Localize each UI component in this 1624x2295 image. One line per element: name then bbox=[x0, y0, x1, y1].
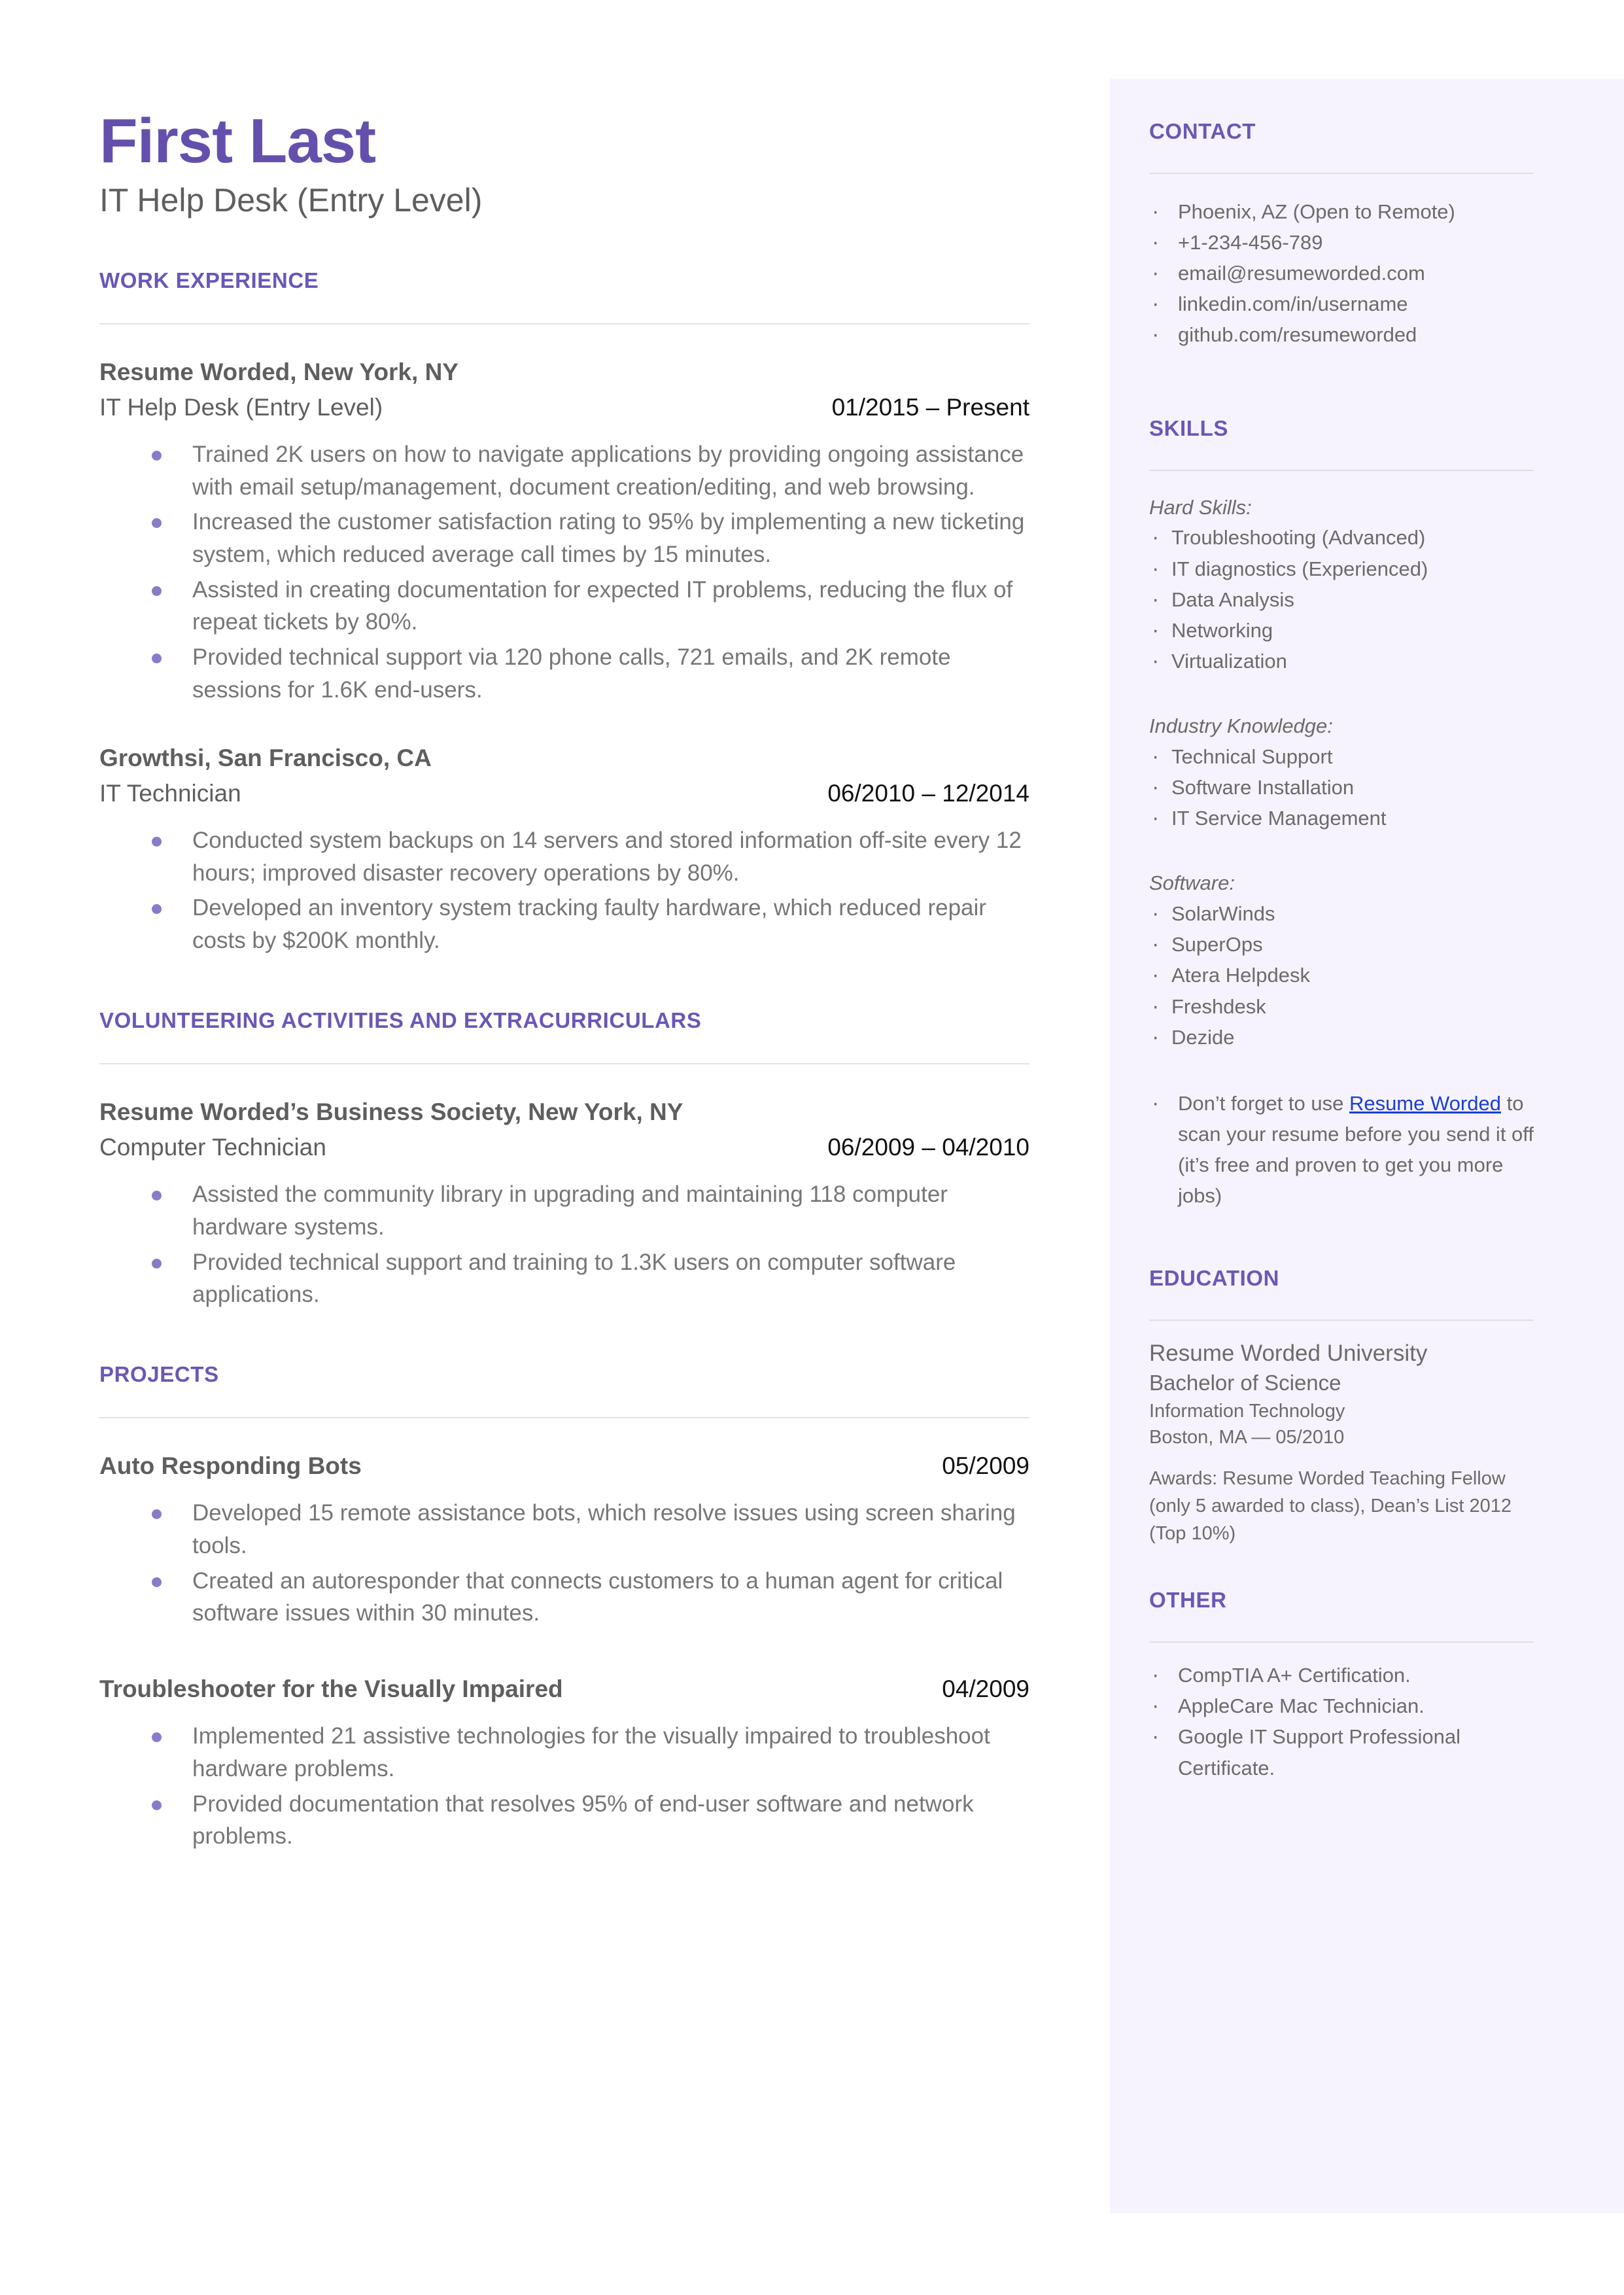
section-heading-projects: PROJECTS bbox=[99, 1362, 219, 1386]
entry-bullet-list: Implemented 21 assistive technologies fo… bbox=[99, 1720, 1029, 1853]
entry-bullet-list: Assisted the community library in upgrad… bbox=[99, 1178, 1029, 1311]
section-heading-volunteering: VOLUNTEERING ACTIVITIES AND EXTRACURRICU… bbox=[99, 1007, 702, 1032]
work-entry: Growthsi, San Francisco, CA IT Technicia… bbox=[99, 743, 1029, 957]
education-field: Information Technology bbox=[1149, 1401, 1345, 1422]
section-heading-other: OTHER bbox=[1149, 1588, 1227, 1613]
list-item: CompTIA A+ Certification. bbox=[1149, 1658, 1534, 1692]
list-item[interactable]: linkedin.com/in/username bbox=[1149, 287, 1534, 321]
list-item: Provided technical support via 120 phone… bbox=[152, 641, 1029, 706]
resume-worded-link[interactable]: Resume Worded bbox=[1349, 1092, 1501, 1115]
project-name: Auto Responding Bots bbox=[99, 1452, 362, 1479]
list-item: Assisted in creating documentation for e… bbox=[152, 574, 1029, 639]
resume-page: First Last IT Help Desk (Entry Level) WO… bbox=[0, 0, 1624, 2295]
list-item: AppleCare Mac Technician. bbox=[1149, 1689, 1534, 1723]
sidebar-column: CONTACT Phoenix, AZ (Open to Remote) +1-… bbox=[1149, 0, 1534, 1783]
project-name: Troubleshooter for the Visually Impaired bbox=[99, 1675, 563, 1702]
work-entry: Resume Worded, New York, NY IT Help Desk… bbox=[99, 357, 1029, 707]
education-degree: Bachelor of Science bbox=[1149, 1371, 1341, 1395]
volunteering-entry: Resume Worded’s Business Society, New Yo… bbox=[99, 1097, 1029, 1311]
list-item: Created an autoresponder that connects c… bbox=[152, 1565, 1029, 1630]
list-item: Freshdesk bbox=[1149, 990, 1534, 1024]
list-item: Conducted system backups on 14 servers a… bbox=[152, 824, 1029, 889]
project-entry: Auto Responding Bots 05/2009 Developed 1… bbox=[99, 1451, 1029, 1630]
list-item: Technical Support bbox=[1149, 740, 1534, 774]
list-item[interactable]: email@resumeworded.com bbox=[1149, 256, 1534, 290]
skills-group-list: Troubleshooting (Advanced) IT diagnostic… bbox=[1149, 521, 1534, 678]
skills-group-label: Industry Knowledge: bbox=[1149, 714, 1333, 738]
project-entry: Troubleshooter for the Visually Impaired… bbox=[99, 1674, 1029, 1853]
list-item: Google IT Support Professional Certifica… bbox=[1149, 1720, 1534, 1783]
entry-date: 06/2009 – 04/2010 bbox=[827, 1134, 1029, 1161]
list-item: Software Installation bbox=[1149, 771, 1534, 805]
list-item: Virtualization bbox=[1149, 644, 1534, 678]
list-item: Troubleshooting (Advanced) bbox=[1149, 521, 1534, 555]
education-school: Resume Worded University bbox=[1149, 1340, 1428, 1367]
section-heading-work: WORK EXPERIENCE bbox=[99, 268, 319, 292]
skills-group-label: Hard Skills: bbox=[1149, 495, 1252, 519]
contact-list: Phoenix, AZ (Open to Remote) +1-234-456-… bbox=[1149, 195, 1534, 352]
education-awards: Awards: Resume Worded Teaching Fellow (o… bbox=[1149, 1468, 1512, 1545]
list-item: Atera Helpdesk bbox=[1149, 958, 1534, 992]
promo-text-before: Don’t forget to use bbox=[1178, 1091, 1349, 1115]
list-item: Implemented 21 assistive technologies fo… bbox=[152, 1720, 1029, 1785]
list-item: Don’t forget to use Resume Worded to sca… bbox=[1149, 1087, 1534, 1211]
list-item: Assisted the community library in upgrad… bbox=[152, 1178, 1029, 1243]
list-item: Developed an inventory system tracking f… bbox=[152, 892, 1029, 956]
entry-role: Computer Technician bbox=[99, 1134, 326, 1161]
list-item: SolarWinds bbox=[1149, 897, 1534, 931]
entry-role: IT Technician bbox=[99, 779, 241, 807]
main-column: First Last IT Help Desk (Entry Level) WO… bbox=[99, 0, 1029, 1855]
list-item: Data Analysis bbox=[1149, 583, 1534, 617]
list-item: Provided technical support and training … bbox=[152, 1246, 1029, 1311]
list-item: Developed 15 remote assistance bots, whi… bbox=[152, 1497, 1029, 1562]
list-item: +1-234-456-789 bbox=[1149, 226, 1534, 260]
list-item: Increased the customer satisfaction rati… bbox=[152, 506, 1029, 570]
list-item: IT diagnostics (Experienced) bbox=[1149, 552, 1534, 586]
list-item: Trained 2K users on how to navigate appl… bbox=[152, 438, 1029, 503]
project-date: 05/2009 bbox=[942, 1452, 1029, 1479]
entry-role: IT Help Desk (Entry Level) bbox=[99, 393, 383, 421]
section-heading-skills: SKILLS bbox=[1149, 415, 1228, 440]
list-item: Dezide bbox=[1149, 1021, 1534, 1055]
list-item[interactable]: github.com/resumeworded bbox=[1149, 318, 1534, 352]
skills-group-list: Technical Support Software Installation … bbox=[1149, 740, 1534, 835]
headline: IT Help Desk (Entry Level) bbox=[99, 182, 483, 219]
section-heading-education: EDUCATION bbox=[1149, 1266, 1280, 1291]
list-item: Phoenix, AZ (Open to Remote) bbox=[1149, 195, 1534, 229]
project-date: 04/2009 bbox=[942, 1675, 1029, 1702]
skills-group-label: Software: bbox=[1149, 871, 1235, 895]
entry-date: 01/2015 – Present bbox=[831, 393, 1029, 421]
entry-organization: Resume Worded, New York, NY bbox=[99, 358, 458, 385]
entry-bullet-list: Developed 15 remote assistance bots, whi… bbox=[99, 1497, 1029, 1630]
list-item: SuperOps bbox=[1149, 928, 1534, 962]
entry-date: 06/2010 – 12/2014 bbox=[827, 779, 1029, 807]
other-list: CompTIA A+ Certification. AppleCare Mac … bbox=[1149, 1658, 1534, 1783]
list-item: IT Service Management bbox=[1149, 801, 1534, 835]
entry-organization: Growthsi, San Francisco, CA bbox=[99, 744, 432, 771]
list-item: Provided documentation that resolves 95%… bbox=[152, 1788, 1029, 1853]
list-item: Networking bbox=[1149, 614, 1534, 648]
section-heading-contact: CONTACT bbox=[1149, 119, 1256, 143]
education-location-date: Boston, MA — 05/2010 bbox=[1149, 1427, 1345, 1448]
entry-bullet-list: Conducted system backups on 14 servers a… bbox=[99, 824, 1029, 957]
promo-list: Don’t forget to use Resume Worded to sca… bbox=[1149, 1087, 1534, 1211]
entry-organization: Resume Worded’s Business Society, New Yo… bbox=[99, 1098, 683, 1125]
page-title: First Last bbox=[99, 106, 376, 176]
entry-bullet-list: Trained 2K users on how to navigate appl… bbox=[99, 438, 1029, 707]
skills-group-list: SolarWinds SuperOps Atera Helpdesk Fresh… bbox=[1149, 897, 1534, 1055]
